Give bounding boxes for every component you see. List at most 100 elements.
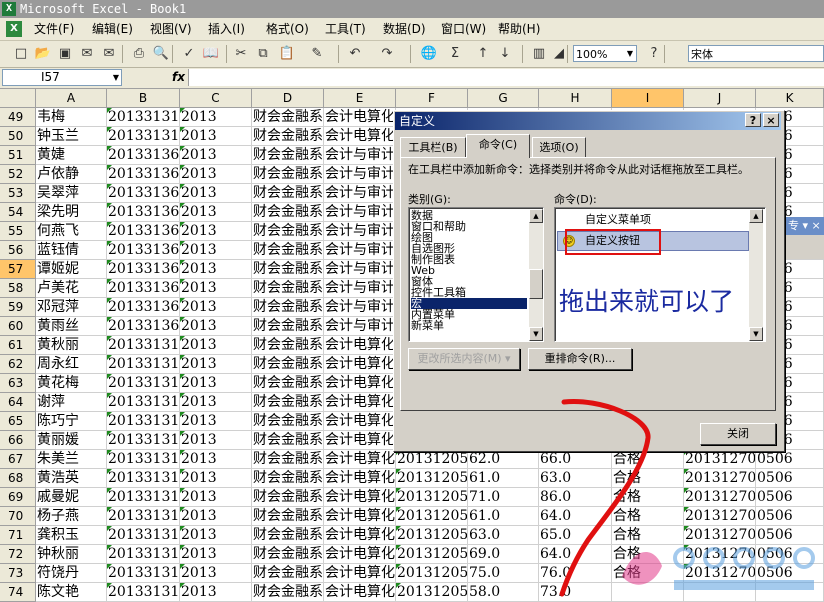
cell-c[interactable]: 2013 bbox=[180, 317, 252, 336]
rearrange-commands-button[interactable]: 重排命令(R)... bbox=[528, 348, 632, 370]
row-header[interactable]: 63 bbox=[0, 374, 36, 393]
cell-d[interactable]: 财会金融系 bbox=[252, 241, 324, 260]
cell-k[interactable]: 0506 bbox=[756, 450, 824, 469]
row-header[interactable]: 62 bbox=[0, 355, 36, 374]
print-icon[interactable]: ⎙ bbox=[130, 45, 148, 63]
cell-b[interactable]: 201331315 bbox=[107, 507, 180, 526]
cell-d[interactable]: 财会金融系 bbox=[252, 127, 324, 146]
column-header-i[interactable]: I bbox=[612, 89, 684, 108]
cell-b[interactable]: 201331315 bbox=[107, 545, 180, 564]
scroll-down-icon[interactable]: ▼ bbox=[749, 327, 763, 341]
cell-a[interactable]: 陈巧宁 bbox=[36, 412, 107, 431]
cell-f[interactable]: 201312050 bbox=[396, 526, 468, 545]
cell-d[interactable]: 财会金融系 bbox=[252, 108, 324, 127]
cell-c[interactable]: 2013 bbox=[180, 336, 252, 355]
row-header[interactable]: 71 bbox=[0, 526, 36, 545]
column-header-d[interactable]: D bbox=[252, 89, 324, 108]
cell-d[interactable]: 财会金融系 bbox=[252, 450, 324, 469]
cell-d[interactable]: 财会金融系 bbox=[252, 355, 324, 374]
row-header[interactable]: 49 bbox=[0, 108, 36, 127]
row-header[interactable]: 73 bbox=[0, 564, 36, 583]
select-all-corner[interactable] bbox=[0, 89, 36, 108]
cell-d[interactable]: 财会金融系 bbox=[252, 260, 324, 279]
cell-c[interactable]: 2013 bbox=[180, 583, 252, 602]
cell-a[interactable]: 吴翠萍 bbox=[36, 184, 107, 203]
cell-e[interactable]: 会计电算化 bbox=[324, 564, 396, 583]
row-header[interactable]: 58 bbox=[0, 279, 36, 298]
row-header[interactable]: 56 bbox=[0, 241, 36, 260]
categories-scrollbar[interactable]: ▲ ▼ bbox=[529, 209, 543, 341]
cell-e[interactable]: 会计电算化 bbox=[324, 431, 396, 450]
cell-d[interactable]: 财会金融系 bbox=[252, 431, 324, 450]
cell-c[interactable]: 2013 bbox=[180, 108, 252, 127]
menu-item-5[interactable]: 工具(T) bbox=[325, 21, 366, 37]
cell-b[interactable]: 201331315 bbox=[107, 564, 180, 583]
cell-g[interactable]: 71.0 bbox=[468, 488, 539, 507]
row-header[interactable]: 69 bbox=[0, 488, 36, 507]
cell-e[interactable]: 会计电算化 bbox=[324, 488, 396, 507]
cell-a[interactable]: 黄婕 bbox=[36, 146, 107, 165]
cell-d[interactable]: 财会金融系 bbox=[252, 146, 324, 165]
cell-c[interactable]: 2013 bbox=[180, 222, 252, 241]
menu-item-0[interactable]: 文件(F) bbox=[34, 21, 74, 37]
cell-e[interactable]: 会计电算化 bbox=[324, 507, 396, 526]
menu-item-1[interactable]: 编辑(E) bbox=[92, 21, 133, 37]
row-header[interactable]: 52 bbox=[0, 165, 36, 184]
column-header-c[interactable]: C bbox=[180, 89, 252, 108]
cell-a[interactable]: 周永红 bbox=[36, 355, 107, 374]
cell-a[interactable]: 蓝钰倩 bbox=[36, 241, 107, 260]
column-header-k[interactable]: K bbox=[756, 89, 824, 108]
row-header[interactable]: 68 bbox=[0, 469, 36, 488]
cell-g[interactable]: 75.0 bbox=[468, 564, 539, 583]
cell-e[interactable]: 会计与审计 bbox=[324, 298, 396, 317]
chart-wizard-icon[interactable]: ▥ bbox=[530, 45, 548, 63]
cell-a[interactable]: 黄丽媛 bbox=[36, 431, 107, 450]
row-header[interactable]: 74 bbox=[0, 583, 36, 602]
cell-b[interactable]: 201331315 bbox=[107, 450, 180, 469]
chevron-down-icon[interactable]: ▼ bbox=[624, 46, 636, 61]
cell-e[interactable]: 会计电算化 bbox=[324, 374, 396, 393]
cell-f[interactable]: 201312050 bbox=[396, 507, 468, 526]
cell-e[interactable]: 会计电算化 bbox=[324, 393, 396, 412]
cell-d[interactable]: 财会金融系 bbox=[252, 583, 324, 602]
cell-e[interactable]: 会计与审计 bbox=[324, 165, 396, 184]
column-header-j[interactable]: J bbox=[684, 89, 756, 108]
cell-c[interactable]: 2013 bbox=[180, 184, 252, 203]
cell-j[interactable]: 201312705 bbox=[684, 507, 756, 526]
scroll-thumb[interactable] bbox=[529, 269, 543, 299]
cell-a[interactable]: 钟秋丽 bbox=[36, 545, 107, 564]
copy-icon[interactable]: ⧉ bbox=[254, 45, 272, 63]
tab-commands[interactable]: 命令(C) bbox=[466, 134, 530, 158]
category-item[interactable]: 新菜单 bbox=[411, 320, 444, 331]
save-icon[interactable]: ▣ bbox=[56, 45, 74, 63]
cell-b[interactable]: 201331315 bbox=[107, 469, 180, 488]
cell-d[interactable]: 财会金融系 bbox=[252, 488, 324, 507]
cell-a[interactable]: 韦梅 bbox=[36, 108, 107, 127]
cell-e[interactable]: 会计与审计 bbox=[324, 260, 396, 279]
cell-c[interactable]: 2013 bbox=[180, 374, 252, 393]
cell-a[interactable]: 谭姬妮 bbox=[36, 260, 107, 279]
cell-c[interactable]: 2013 bbox=[180, 146, 252, 165]
cell-e[interactable]: 会计与审计 bbox=[324, 241, 396, 260]
cell-b[interactable]: 201331361 bbox=[107, 222, 180, 241]
cell-d[interactable]: 财会金融系 bbox=[252, 507, 324, 526]
cell-e[interactable]: 会计电算化 bbox=[324, 412, 396, 431]
cell-a[interactable]: 黄雨丝 bbox=[36, 317, 107, 336]
cell-e[interactable]: 会计电算化 bbox=[324, 450, 396, 469]
sort-descending-icon[interactable]: ↓ bbox=[496, 45, 514, 63]
cell-b[interactable]: 201331361 bbox=[107, 184, 180, 203]
cell-c[interactable]: 2013 bbox=[180, 412, 252, 431]
scroll-up-icon[interactable]: ▲ bbox=[749, 209, 763, 223]
cell-c[interactable]: 2013 bbox=[180, 203, 252, 222]
help-icon[interactable]: ? bbox=[645, 45, 663, 63]
cell-c[interactable]: 2013 bbox=[180, 507, 252, 526]
cell-c[interactable]: 2013 bbox=[180, 355, 252, 374]
cell-d[interactable]: 财会金融系 bbox=[252, 222, 324, 241]
row-header[interactable]: 65 bbox=[0, 412, 36, 431]
cell-e[interactable]: 会计电算化 bbox=[324, 336, 396, 355]
menu-item-2[interactable]: 视图(V) bbox=[150, 21, 192, 37]
cell-a[interactable]: 邓冠萍 bbox=[36, 298, 107, 317]
cell-a[interactable]: 戚曼妮 bbox=[36, 488, 107, 507]
cell-j[interactable]: 201312705 bbox=[684, 469, 756, 488]
cell-g[interactable]: 63.0 bbox=[468, 526, 539, 545]
